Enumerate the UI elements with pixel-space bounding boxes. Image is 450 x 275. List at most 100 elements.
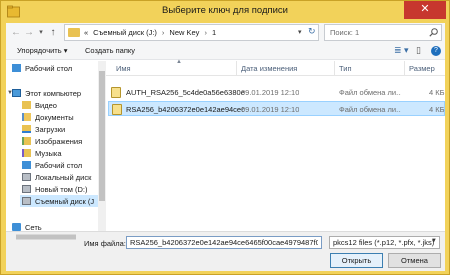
- tree-item-label: Локальный диск: [35, 172, 92, 182]
- network-icon: [12, 223, 21, 231]
- tree-item-label: Новый том (D:): [35, 184, 88, 194]
- file-date: 09.01.2019 12:10: [241, 88, 300, 97]
- filename-value: RSA256_b4206372e0e142ae94ce6465f00cae497…: [130, 238, 318, 247]
- navigation-pane: Рабочий стол ▼ Этот компьютер Видео Доку…: [6, 61, 98, 231]
- tree-item-label: Сеть: [25, 222, 42, 232]
- tree-item-label: Видео: [35, 100, 57, 110]
- column-divider[interactable]: [236, 61, 237, 76]
- file-type: Файл обмена ли...: [339, 105, 401, 114]
- breadcrumb: « Съемный диск (J:) › New Key › 1: [84, 28, 221, 37]
- title-bar[interactable]: Выберите ключ для подписи ✕: [1, 1, 449, 23]
- file-row-selected[interactable]: RSA256_b4206372e0e142ae94ce6465f00ca... …: [108, 101, 445, 116]
- tree-item-local-disk[interactable]: Локальный диск: [22, 171, 91, 183]
- file-row[interactable]: AUTH_RSA256_5c4de0a56e6380e9f17037... 09…: [108, 85, 445, 100]
- tree-item-desktop[interactable]: Рабочий стол: [12, 62, 72, 74]
- column-header-name[interactable]: Имя: [116, 64, 131, 73]
- tree-item-video[interactable]: Видео: [22, 99, 57, 111]
- organize-button[interactable]: Упорядочить ▾: [17, 46, 67, 55]
- filename-field[interactable]: RSA256_b4206372e0e142ae94ce6465f00cae497…: [126, 236, 322, 249]
- navigation-scrollbar[interactable]: [98, 61, 106, 231]
- filename-label: Имя файла:: [84, 239, 126, 248]
- forward-arrow-icon[interactable]: →: [23, 26, 35, 39]
- dialog-body: ← → ▾ ↑ « Съемный диск (J:) › New Key › 1 ▾ ↻…: [6, 23, 445, 271]
- tree-item-this-pc[interactable]: Этот компьютер: [12, 87, 81, 99]
- sort-chevron-icon: ▲: [176, 59, 182, 65]
- command-bar: Упорядочить ▾ Создать папку ≣ ▾ ▯ ?: [6, 43, 445, 60]
- tree-item-label: Музыка: [35, 148, 62, 158]
- desktop-icon: [12, 64, 21, 72]
- dialog-footer: Имя файла: RSA256_b4206372e0e142ae94ce64…: [6, 231, 445, 271]
- pictures-folder-icon: [22, 137, 31, 145]
- open-file-dialog: Выберите ключ для подписи ✕ ← → ▾ ↑ « Съе…: [0, 0, 450, 275]
- tree-item-label: Загрузки: [35, 124, 66, 134]
- tree-item-desktop-2[interactable]: Рабочий стол: [22, 159, 82, 171]
- refresh-icon[interactable]: ↻: [308, 26, 316, 37]
- file-size: 4 КБ: [429, 105, 445, 114]
- file-type: Файл обмена ли...: [339, 88, 401, 97]
- breadcrumb-item-new-key[interactable]: New Key: [169, 28, 199, 37]
- column-divider[interactable]: [334, 61, 335, 76]
- documents-folder-icon: [22, 113, 31, 121]
- cancel-button[interactable]: Отмена: [388, 253, 441, 268]
- column-header-size[interactable]: Размер: [409, 64, 435, 73]
- file-name: AUTH_RSA256_5c4de0a56e6380e9f17037...: [126, 88, 244, 97]
- file-date: 09.01.2019 12:10: [241, 105, 300, 114]
- navigation-row: ← → ▾ ↑ « Съемный диск (J:) › New Key › 1 ▾ ↻…: [6, 23, 445, 43]
- tree-item-music[interactable]: Музыка: [22, 147, 62, 159]
- folder-icon: [68, 28, 80, 37]
- tree-item-label: Документы: [35, 112, 74, 122]
- dialog-title: Выберите ключ для подписи: [162, 5, 288, 16]
- video-folder-icon: [22, 101, 31, 109]
- breadcrumb-separator-icon[interactable]: ›: [162, 28, 165, 37]
- breadcrumb-separator-icon[interactable]: ›: [204, 28, 207, 37]
- open-button[interactable]: Открыть: [330, 253, 383, 268]
- close-button[interactable]: ✕: [404, 1, 446, 19]
- file-type-select[interactable]: pkcs12 files (*.p12, *.pfx, *.jks) ▼: [329, 236, 440, 249]
- music-folder-icon: [22, 149, 31, 157]
- search-placeholder: Поиск: 1: [330, 28, 360, 37]
- tree-item-network[interactable]: Сеть: [12, 221, 42, 231]
- tree-item-pictures[interactable]: Изображения: [22, 135, 82, 147]
- search-icon: [429, 28, 438, 37]
- downloads-folder-icon: [22, 125, 31, 133]
- search-input[interactable]: Поиск: 1: [324, 24, 442, 41]
- tree-item-documents[interactable]: Документы: [22, 111, 74, 123]
- back-arrow-icon[interactable]: ←: [10, 26, 22, 39]
- breadcrumb-item-1[interactable]: 1: [212, 28, 216, 37]
- scrollbar-thumb[interactable]: [99, 71, 105, 201]
- tree-item-label: Рабочий стол: [25, 63, 73, 73]
- column-divider[interactable]: [404, 61, 405, 76]
- file-size: 4 КБ: [429, 88, 445, 97]
- drive-icon: [22, 185, 31, 193]
- file-name: RSA256_b4206372e0e142ae94ce6465f00ca...: [126, 105, 244, 114]
- computer-icon: [12, 89, 21, 97]
- tree-item-downloads[interactable]: Загрузки: [22, 123, 65, 135]
- column-name-label: Имя: [116, 64, 131, 73]
- preview-pane-icon[interactable]: ▯: [416, 45, 421, 56]
- help-icon[interactable]: ?: [431, 46, 441, 56]
- desktop-icon: [22, 161, 31, 169]
- tree-item-label: Рабочий стол: [35, 160, 83, 170]
- tree-item-label: Съемный диск (J: [35, 196, 95, 206]
- tree-item-new-volume[interactable]: Новый том (D:): [22, 183, 88, 195]
- breadcrumb-overflow[interactable]: «: [84, 28, 88, 37]
- column-header-row: Имя ▲ Дата изменения Тип Размер: [106, 59, 445, 76]
- up-arrow-icon[interactable]: ↑: [47, 26, 59, 39]
- column-header-date[interactable]: Дата изменения: [241, 64, 297, 73]
- tree-item-label: Этот компьютер: [25, 88, 82, 98]
- breadcrumb-item-drive[interactable]: Съемный диск (J:): [93, 28, 157, 37]
- drive-icon: [22, 173, 31, 181]
- tree-item-removable-disk[interactable]: Съемный диск (J: [20, 195, 98, 207]
- column-header-type[interactable]: Тип: [339, 64, 352, 73]
- tree-item-label: Изображения: [35, 136, 83, 146]
- chevron-down-icon: ▼: [431, 238, 437, 244]
- certificate-file-icon: [112, 104, 122, 115]
- address-bar[interactable]: « Съемный диск (J:) › New Key › 1 ▾ ↻: [64, 24, 319, 41]
- file-type-value: pkcs12 files (*.p12, *.pfx, *.jks): [333, 238, 435, 247]
- address-dropdown-icon[interactable]: ▾: [298, 28, 302, 36]
- new-folder-button[interactable]: Создать папку: [85, 46, 135, 55]
- removable-drive-icon: [22, 197, 31, 205]
- recent-locations-chevron-icon[interactable]: ▾: [35, 26, 47, 39]
- certificate-file-icon: [111, 87, 121, 98]
- view-options-icon[interactable]: ≣ ▾: [394, 45, 409, 56]
